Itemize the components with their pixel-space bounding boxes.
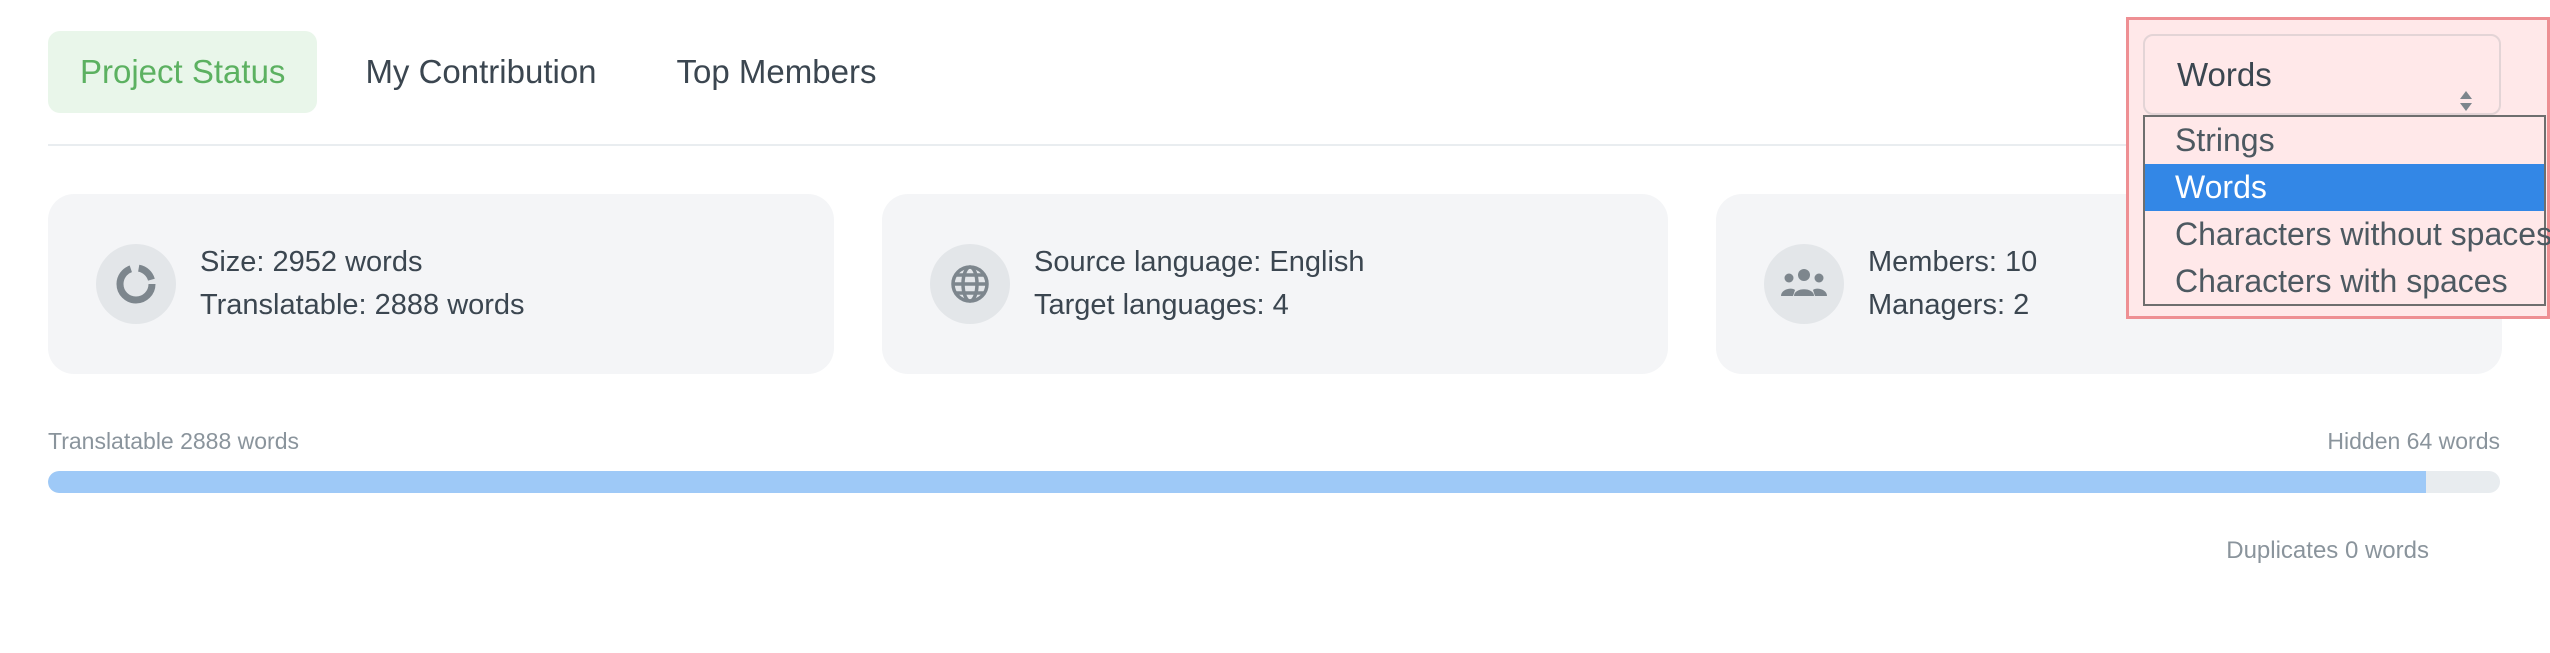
status-tabs: Project Status My Contribution Top Membe… — [48, 31, 924, 113]
unit-select-container: Words Strings Words Characters without s… — [2126, 17, 2550, 319]
tab-project-status[interactable]: Project Status — [48, 31, 318, 113]
members-card-text: Members: 10 Managers: 2 — [1868, 241, 2037, 327]
size-value: Size: 2952 words — [200, 246, 423, 278]
tab-my-contribution[interactable]: My Contribution — [333, 31, 628, 113]
size-card: Size: 2952 words Translatable: 2888 word… — [48, 194, 834, 374]
tab-top-members[interactable]: Top Members — [645, 31, 909, 113]
duplicates-label: Duplicates 0 words — [2226, 537, 2429, 564]
translatable-progress-label: Translatable 2888 words — [48, 428, 300, 454]
size-card-text: Size: 2952 words Translatable: 2888 word… — [200, 241, 525, 327]
option-characters-without-spaces[interactable]: Characters without spaces — [2145, 211, 2550, 258]
source-language-value: Source language: English — [1034, 246, 1365, 278]
unit-dropdown-list: Strings Words Characters without spaces … — [2143, 115, 2550, 306]
unit-select[interactable]: Words — [2143, 34, 2501, 115]
donut-chart-icon — [96, 244, 176, 324]
managers-value: Managers: 2 — [1868, 289, 2030, 321]
option-words[interactable]: Words — [2145, 164, 2544, 211]
unit-select-value: Words — [2177, 56, 2272, 93]
language-card: Source language: English Target language… — [882, 194, 1668, 374]
translatable-value: Translatable: 2888 words — [200, 289, 525, 321]
translatable-progress-fill — [48, 471, 2427, 493]
globe-icon — [930, 244, 1010, 324]
members-value: Members: 10 — [1868, 246, 2038, 278]
option-characters-with-spaces[interactable]: Characters with spaces — [2145, 258, 2544, 305]
language-card-text: Source language: English Target language… — [1034, 241, 1365, 327]
option-strings[interactable]: Strings — [2145, 117, 2544, 164]
hidden-progress-label: Hidden 64 words — [2327, 428, 2500, 454]
target-languages-value: Target languages: 4 — [1034, 289, 1289, 321]
translatable-progress-bar — [48, 471, 2500, 493]
progress-labels: Translatable 2888 words Hidden 64 words — [48, 428, 2500, 455]
sort-arrows-icon — [2459, 63, 2473, 111]
members-group-icon — [1764, 244, 1844, 324]
